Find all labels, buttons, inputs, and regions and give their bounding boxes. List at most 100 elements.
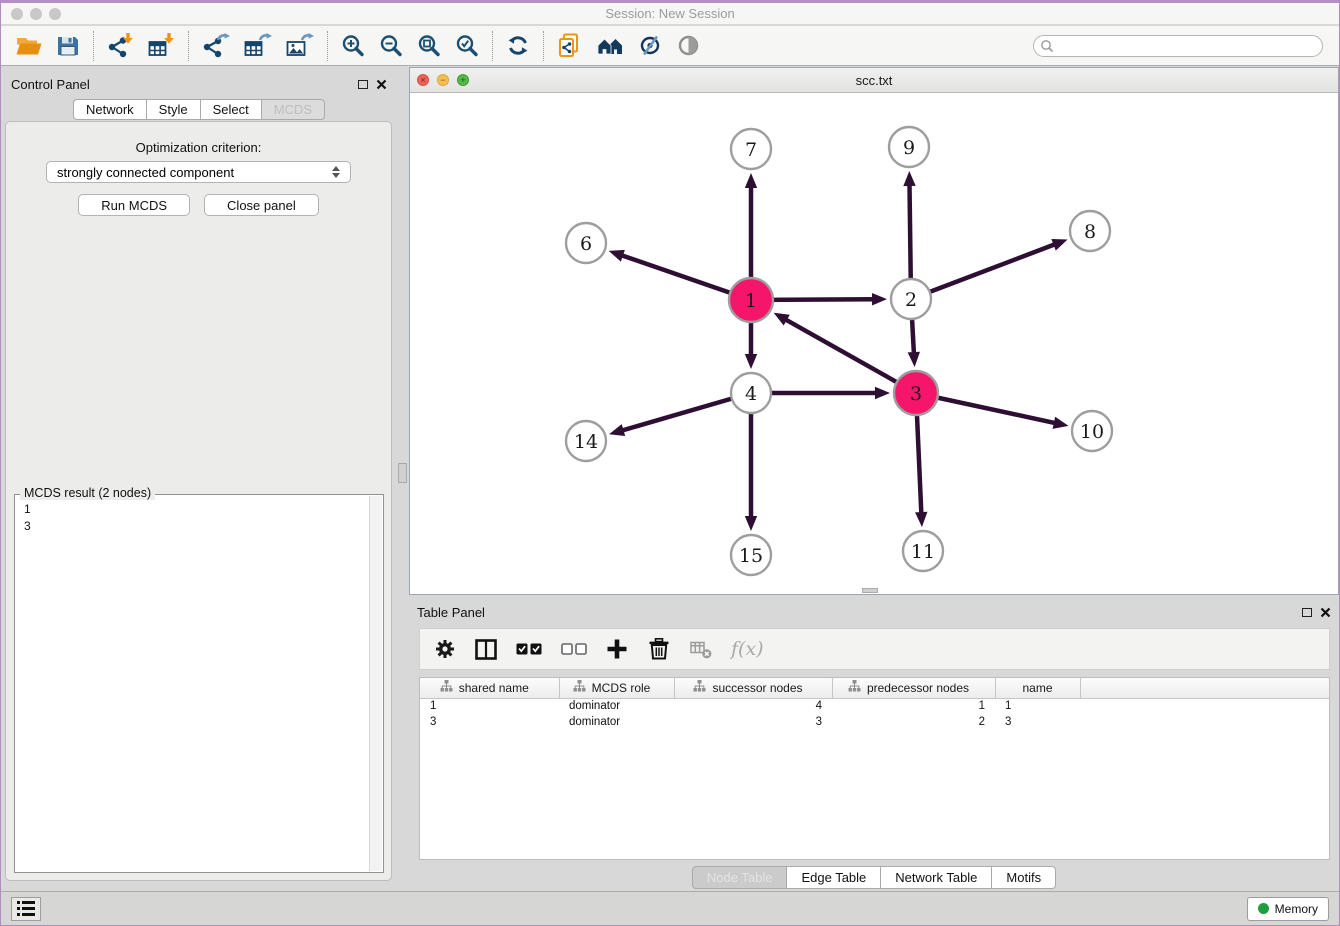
tab-node-table[interactable]: Node Table bbox=[692, 866, 787, 889]
close-table-panel-icon[interactable] bbox=[1320, 607, 1331, 618]
graph-edge-arrow bbox=[609, 250, 625, 262]
table-panel: Table Panel bbox=[409, 599, 1339, 893]
graph-node-4[interactable]: 4 bbox=[731, 373, 771, 413]
table-cell[interactable]: 3 bbox=[674, 714, 832, 730]
table-row[interactable]: 1dominator411 bbox=[420, 698, 1329, 714]
svg-text:2: 2 bbox=[905, 289, 917, 311]
graph-node-7[interactable]: 7 bbox=[731, 129, 771, 169]
canvas-resize-grip[interactable] bbox=[862, 588, 878, 593]
open-session-icon[interactable] bbox=[9, 33, 49, 59]
tab-select[interactable]: Select bbox=[200, 99, 261, 120]
mcds-panel: Optimization criterion: strongly connect… bbox=[5, 121, 392, 881]
export-image-icon[interactable] bbox=[279, 31, 321, 60]
duplicate-network-icon[interactable] bbox=[550, 31, 590, 60]
table-cell[interactable]: 3 bbox=[995, 714, 1080, 730]
import-table-icon[interactable] bbox=[141, 31, 182, 60]
panel-splitter-grip[interactable] bbox=[398, 463, 407, 483]
show-all-icon[interactable] bbox=[670, 32, 707, 59]
graph-node-11[interactable]: 11 bbox=[903, 531, 943, 571]
table-cell[interactable]: 1 bbox=[995, 698, 1080, 714]
graph-edge-arrow bbox=[872, 293, 887, 305]
column-header-successor-nodes[interactable]: successor nodes bbox=[674, 678, 832, 698]
result-scrollbar[interactable] bbox=[369, 496, 382, 871]
tab-mcds[interactable]: MCDS bbox=[261, 99, 325, 120]
mcds-result-list: 13 bbox=[16, 496, 368, 871]
zoom-out-icon[interactable] bbox=[372, 32, 410, 60]
hide-selected-icon[interactable] bbox=[632, 32, 670, 59]
graph-edge-arrow bbox=[908, 352, 920, 367]
table-cell[interactable]: 3 bbox=[420, 714, 559, 730]
float-panel-icon[interactable] bbox=[358, 80, 368, 89]
table-panel-title: Table Panel bbox=[417, 605, 485, 620]
column-header-predecessor-nodes[interactable]: predecessor nodes bbox=[832, 678, 995, 698]
tab-style[interactable]: Style bbox=[146, 99, 200, 120]
export-network-icon[interactable] bbox=[195, 31, 237, 60]
table-cell[interactable]: 4 bbox=[674, 698, 832, 714]
hierarchy-icon bbox=[848, 680, 861, 695]
tab-network[interactable]: Network bbox=[73, 99, 146, 120]
table-settings-icon[interactable] bbox=[434, 638, 456, 660]
memory-label: Memory bbox=[1275, 902, 1318, 916]
svg-text:7: 7 bbox=[745, 139, 757, 161]
zoom-selected-icon[interactable] bbox=[448, 32, 486, 60]
create-column-icon[interactable] bbox=[606, 638, 628, 660]
graph-node-10[interactable]: 10 bbox=[1072, 411, 1112, 451]
column-header-shared-name[interactable]: shared name bbox=[420, 678, 559, 698]
table-cell[interactable]: 1 bbox=[420, 698, 559, 714]
network-graph: 7 9 6 8 1 2 4 3 14 10 15 11 bbox=[410, 93, 1338, 594]
toolbar-separator bbox=[188, 31, 189, 61]
save-session-icon[interactable] bbox=[49, 33, 87, 59]
deselect-all-columns-icon[interactable] bbox=[561, 643, 587, 655]
run-mcds-button[interactable]: Run MCDS bbox=[78, 194, 190, 216]
memory-button[interactable]: Memory bbox=[1247, 897, 1329, 921]
delete-columns-icon[interactable] bbox=[647, 638, 671, 660]
import-network-icon[interactable] bbox=[100, 31, 141, 60]
main-toolbar bbox=[1, 26, 1339, 66]
column-header-mcds-role[interactable]: MCDS role bbox=[559, 678, 674, 698]
zoom-in-icon[interactable] bbox=[334, 32, 372, 60]
graph-node-9[interactable]: 9 bbox=[889, 127, 929, 167]
function-builder-icon[interactable]: f(x) bbox=[731, 638, 764, 660]
close-panel-icon[interactable] bbox=[376, 79, 387, 90]
graph-edge-arrow bbox=[1053, 417, 1069, 429]
close-panel-button[interactable]: Close panel bbox=[204, 194, 319, 216]
search-input[interactable] bbox=[1033, 35, 1323, 57]
select-all-columns-icon[interactable] bbox=[516, 643, 542, 655]
mcds-result-box: MCDS result (2 nodes) 13 bbox=[14, 494, 384, 873]
graph-node-14[interactable]: 14 bbox=[566, 421, 606, 461]
column-header-name[interactable]: name bbox=[995, 678, 1080, 698]
float-table-panel-icon[interactable] bbox=[1302, 608, 1312, 617]
svg-text:3: 3 bbox=[910, 383, 922, 405]
tab-network-table[interactable]: Network Table bbox=[880, 866, 991, 889]
graph-edge-arrow bbox=[903, 171, 915, 186]
svg-text:9: 9 bbox=[903, 137, 915, 159]
tab-edge-table[interactable]: Edge Table bbox=[786, 866, 880, 889]
table-cell[interactable]: dominator bbox=[559, 714, 674, 730]
delete-table-icon[interactable] bbox=[690, 640, 712, 659]
graph-node-8[interactable]: 8 bbox=[1070, 211, 1110, 251]
show-columns-icon[interactable] bbox=[475, 639, 497, 660]
graph-edge-2-8[interactable] bbox=[911, 244, 1056, 299]
export-table-icon[interactable] bbox=[237, 31, 279, 60]
graph-node-15[interactable]: 15 bbox=[731, 535, 771, 575]
network-window-titlebar[interactable]: × − + scc.txt bbox=[410, 68, 1338, 93]
criterion-dropdown[interactable]: strongly connected component bbox=[46, 161, 351, 183]
table-cell[interactable]: dominator bbox=[559, 698, 674, 714]
graph-node-6[interactable]: 6 bbox=[566, 223, 606, 263]
table-row[interactable]: 3dominator323 bbox=[420, 714, 1329, 730]
graph-edge-arrow bbox=[745, 516, 757, 531]
tab-motifs[interactable]: Motifs bbox=[991, 866, 1056, 889]
network-canvas[interactable]: 7 9 6 8 1 2 4 3 14 10 15 11 bbox=[410, 93, 1338, 594]
search-container bbox=[1033, 35, 1323, 57]
table-cell[interactable]: 2 bbox=[832, 714, 995, 730]
task-history-button[interactable] bbox=[11, 897, 41, 921]
refresh-icon[interactable] bbox=[499, 32, 537, 60]
zoom-fit-icon[interactable] bbox=[410, 32, 448, 60]
criterion-dropdown-value: strongly connected component bbox=[57, 165, 234, 180]
graph-node-2[interactable]: 2 bbox=[891, 279, 931, 319]
graph-node-3[interactable]: 3 bbox=[894, 371, 938, 415]
first-neighbors-icon[interactable] bbox=[590, 33, 632, 59]
table-cell[interactable]: 1 bbox=[832, 698, 995, 714]
optimization-criterion-label: Optimization criterion: bbox=[6, 140, 391, 155]
graph-node-1[interactable]: 1 bbox=[729, 278, 773, 322]
